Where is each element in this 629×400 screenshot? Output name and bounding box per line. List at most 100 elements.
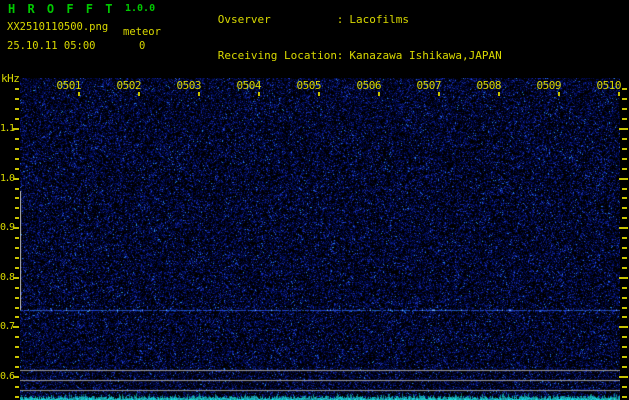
time-axis-label: 0503	[176, 79, 202, 92]
freq-axis-tick-major	[13, 227, 19, 229]
freq-axis-tick-minor	[15, 247, 19, 249]
freq-axis-tick-minor	[15, 168, 19, 170]
info-row-observer: Ovserver: Lacofilms	[178, 2, 502, 38]
freq-axis-tick-minor	[15, 307, 19, 309]
time-axis-label: 0504	[236, 79, 262, 92]
freq-axis-tick-minor	[622, 168, 627, 170]
freq-axis-label: 1.1	[0, 123, 15, 134]
time-axis-tick	[558, 92, 560, 96]
freq-axis-label: 0.6	[0, 371, 15, 382]
freq-axis-tick-major	[13, 128, 19, 130]
time-axis-tick	[618, 92, 620, 96]
freq-axis-tick-minor	[622, 396, 627, 398]
time-axis-label: 0502	[116, 79, 142, 92]
freq-axis-tick-major	[619, 128, 628, 130]
freq-axis-tick-minor	[622, 118, 627, 120]
freq-axis-tick-minor	[15, 188, 19, 190]
time-axis-tick	[498, 92, 500, 96]
freq-axis-tick-minor	[15, 118, 19, 120]
time-axis-label: 0506	[356, 79, 382, 92]
freq-axis-tick-minor	[622, 356, 627, 358]
freq-axis-tick-minor	[622, 287, 627, 289]
time-axis-tick	[378, 92, 380, 96]
freq-axis-tick-minor	[622, 267, 627, 269]
time-axis-label: 0507	[416, 79, 442, 92]
freq-axis-tick-minor	[15, 197, 19, 199]
time-axis-label: 0508	[476, 79, 502, 92]
freq-axis-tick-major	[619, 376, 628, 378]
freq-axis-tick-minor	[15, 336, 19, 338]
freq-axis-label: 0.9	[0, 222, 15, 233]
freq-axis-tick-minor	[622, 247, 627, 249]
freq-axis-label: 0.7	[0, 321, 15, 332]
freq-axis-tick-minor	[622, 336, 627, 338]
freq-axis-tick-minor	[15, 297, 19, 299]
freq-axis-tick-major	[13, 178, 19, 180]
freq-axis-tick-minor	[15, 207, 19, 209]
freq-axis-tick-major	[13, 326, 19, 328]
app-title: H R O F F T	[8, 2, 115, 16]
info-separator: :	[336, 13, 344, 26]
observation-datetime: 25.10.11 05:00	[7, 40, 96, 52]
freq-axis-tick-minor	[622, 207, 627, 209]
freq-axis-tick-minor	[15, 217, 19, 219]
freq-axis-tick-minor	[622, 307, 627, 309]
freq-axis-tick-minor	[15, 148, 19, 150]
time-axis-label: 0509	[536, 79, 562, 92]
time-axis-tick	[318, 92, 320, 96]
info-value: Lacofilms	[349, 13, 409, 26]
freq-axis-unit: kHz	[1, 72, 20, 85]
time-axis-label: 0501	[56, 79, 82, 92]
meteor-count: 0	[139, 40, 146, 52]
info-value: Kanazawa Ishikawa,JAPAN	[349, 49, 502, 62]
freq-axis-tick-minor	[15, 158, 19, 160]
mode-label: meteor	[123, 26, 161, 38]
freq-axis-tick-minor	[15, 316, 19, 318]
freq-axis-tick-minor	[622, 148, 627, 150]
freq-axis-tick-minor	[15, 386, 19, 388]
freq-axis-tick-major	[13, 277, 19, 279]
freq-axis-tick-minor	[15, 98, 19, 100]
freq-axis-tick-minor	[622, 237, 627, 239]
time-axis-label: 0510	[596, 79, 622, 92]
freq-axis-tick-minor	[622, 108, 627, 110]
freq-axis-tick-minor	[622, 188, 627, 190]
freq-axis-tick-major	[619, 277, 628, 279]
hrofft-window: H R O F F T 1.0.0 XX2510110500.png meteo…	[0, 0, 629, 400]
freq-axis-tick-minor	[15, 257, 19, 259]
freq-axis-tick-major	[13, 376, 19, 378]
freq-axis-tick-minor	[15, 88, 19, 90]
freq-axis-tick-major	[619, 326, 628, 328]
info-label: Ovserver	[217, 13, 271, 26]
freq-axis-tick-minor	[15, 237, 19, 239]
time-axis-tick	[138, 92, 140, 96]
freq-axis-tick-minor	[15, 396, 19, 398]
freq-axis-tick-minor	[622, 217, 627, 219]
time-axis-tick	[198, 92, 200, 96]
freq-axis-tick-minor	[622, 158, 627, 160]
output-filename: XX2510110500.png	[7, 21, 109, 33]
freq-axis-tick-minor	[15, 267, 19, 269]
time-axis-tick	[438, 92, 440, 96]
freq-axis-tick-minor	[15, 356, 19, 358]
info-row-location: Receiving Location: Kanazawa Ishikawa,JAP…	[178, 38, 502, 74]
freq-axis-label: 0.8	[0, 272, 15, 283]
spectrogram-canvas	[20, 78, 620, 400]
freq-axis-tick-major	[619, 227, 628, 229]
freq-axis-tick-minor	[622, 88, 627, 90]
info-separator: :	[336, 49, 344, 62]
freq-axis-tick-minor	[15, 287, 19, 289]
freq-axis-tick-minor	[622, 346, 627, 348]
freq-axis-tick-minor	[622, 366, 627, 368]
freq-axis-tick-minor	[622, 257, 627, 259]
freq-axis-tick-minor	[15, 138, 19, 140]
freq-axis-tick-minor	[622, 386, 627, 388]
freq-axis-tick-minor	[622, 316, 627, 318]
freq-axis-tick-minor	[622, 138, 627, 140]
info-label: Receiving Location	[217, 49, 337, 62]
time-axis-tick	[78, 92, 80, 96]
freq-axis-tick-minor	[15, 346, 19, 348]
freq-axis-tick-major	[619, 178, 628, 180]
time-axis-tick	[258, 92, 260, 96]
freq-axis-tick-minor	[622, 297, 627, 299]
